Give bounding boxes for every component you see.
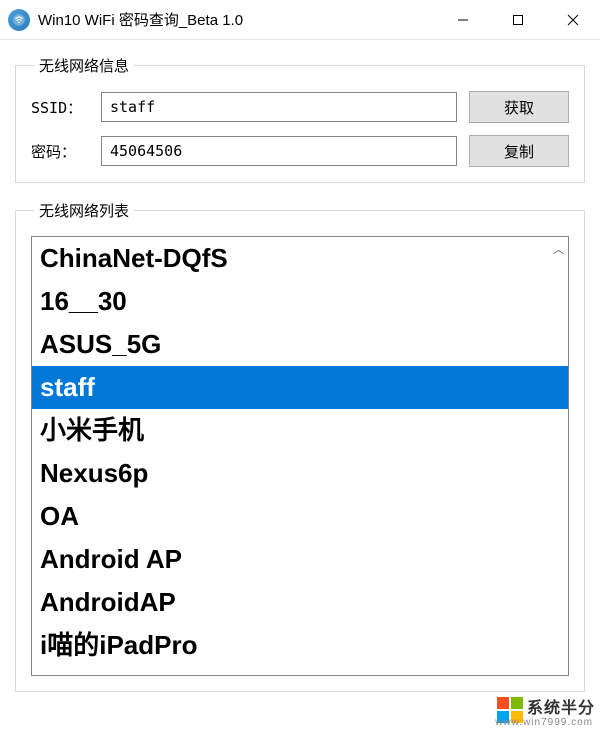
ssid-input[interactable] — [101, 92, 457, 122]
app-icon — [8, 9, 30, 31]
watermark: 系统半分 www.win7999.com — [497, 694, 595, 726]
titlebar[interactable]: Win10 WiFi 密码查询_Beta 1.0 — [0, 0, 600, 40]
list-item[interactable]: ChinaNet-DQfS — [32, 237, 568, 280]
password-input[interactable] — [101, 136, 457, 166]
client-area: 无线网络信息 SSID： 获取 密码： 复制 无线网络列表 ︿ ChinaNet… — [0, 40, 600, 692]
password-label: 密码： — [31, 141, 101, 162]
list-item[interactable]: ASUS_5G — [32, 323, 568, 366]
list-item[interactable]: 16__30 — [32, 280, 568, 323]
maximize-button[interactable] — [490, 0, 545, 39]
window-title: Win10 WiFi 密码查询_Beta 1.0 — [38, 9, 435, 30]
list-item[interactable]: AndroidAP — [32, 581, 568, 624]
ssid-label: SSID： — [31, 97, 101, 118]
minimize-button[interactable] — [435, 0, 490, 39]
list-item[interactable]: OA — [32, 495, 568, 538]
window-controls — [435, 0, 600, 39]
close-button[interactable] — [545, 0, 600, 39]
list-item[interactable]: 小米手机 — [32, 409, 568, 452]
wifi-info-group: 无线网络信息 SSID： 获取 密码： 复制 — [15, 55, 585, 183]
list-item[interactable]: i喵的iPadPro — [32, 624, 568, 667]
get-button[interactable]: 获取 — [469, 91, 569, 123]
list-item[interactable]: staff — [32, 366, 568, 409]
watermark-text-wrap: 系统半分 www.win7999.com — [527, 694, 595, 726]
ssid-row: SSID： 获取 — [31, 91, 569, 123]
wifi-list-container: ︿ ChinaNet-DQfS16__30ASUS_5Gstaff小米手机Nex… — [31, 236, 569, 676]
watermark-sub: www.win7999.com — [495, 717, 593, 728]
wifi-list-legend: 无线网络列表 — [34, 200, 134, 221]
wifi-listbox[interactable]: ChinaNet-DQfS16__30ASUS_5Gstaff小米手机Nexus… — [32, 237, 568, 675]
list-item[interactable]: Nexus6p — [32, 452, 568, 495]
copy-button[interactable]: 复制 — [469, 135, 569, 167]
password-row: 密码： 复制 — [31, 135, 569, 167]
list-item[interactable]: Android AP — [32, 538, 568, 581]
wifi-info-legend: 无线网络信息 — [34, 55, 134, 76]
wifi-list-group: 无线网络列表 ︿ ChinaNet-DQfS16__30ASUS_5Gstaff… — [15, 200, 585, 692]
watermark-text: 系统半分 — [527, 700, 595, 717]
